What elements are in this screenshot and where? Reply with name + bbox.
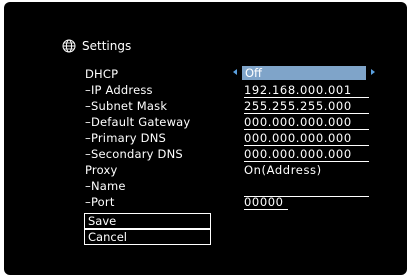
- ip-address-field[interactable]: 192.168.000.001: [244, 83, 369, 98]
- cancel-button[interactable]: Cancel: [84, 229, 211, 245]
- port-label: –Port: [85, 195, 115, 209]
- port-field[interactable]: 00000: [244, 195, 288, 210]
- arrow-left-icon[interactable]: [233, 69, 237, 75]
- secondary-dns-label: –Secondary DNS: [85, 147, 183, 161]
- default-gateway-label: –Default Gateway: [85, 115, 191, 129]
- name-label: –Name: [85, 179, 126, 193]
- primary-dns-field[interactable]: 000.000.000.000: [244, 131, 369, 146]
- primary-dns-label: –Primary DNS: [85, 131, 167, 145]
- globe-icon: [62, 39, 76, 53]
- dhcp-label: DHCP: [85, 67, 119, 81]
- proxy-selector[interactable]: On(Address): [244, 163, 369, 177]
- save-button[interactable]: Save: [84, 213, 211, 229]
- arrow-right-icon[interactable]: [371, 69, 375, 75]
- default-gateway-field[interactable]: 000.000.000.000: [244, 115, 369, 130]
- page-title-text: Settings: [82, 39, 132, 53]
- dhcp-selector[interactable]: Off: [242, 66, 366, 80]
- subnet-mask-field[interactable]: 255.255.255.000: [244, 99, 369, 114]
- proxy-label: Proxy: [85, 163, 118, 177]
- ip-address-label: –IP Address: [85, 83, 153, 97]
- page-title: Settings: [62, 39, 131, 53]
- subnet-mask-label: –Subnet Mask: [85, 99, 168, 113]
- settings-screen: Settings DHCP Off –IP Address 192.168.00…: [4, 2, 407, 275]
- secondary-dns-field[interactable]: 000.000.000.000: [244, 147, 369, 162]
